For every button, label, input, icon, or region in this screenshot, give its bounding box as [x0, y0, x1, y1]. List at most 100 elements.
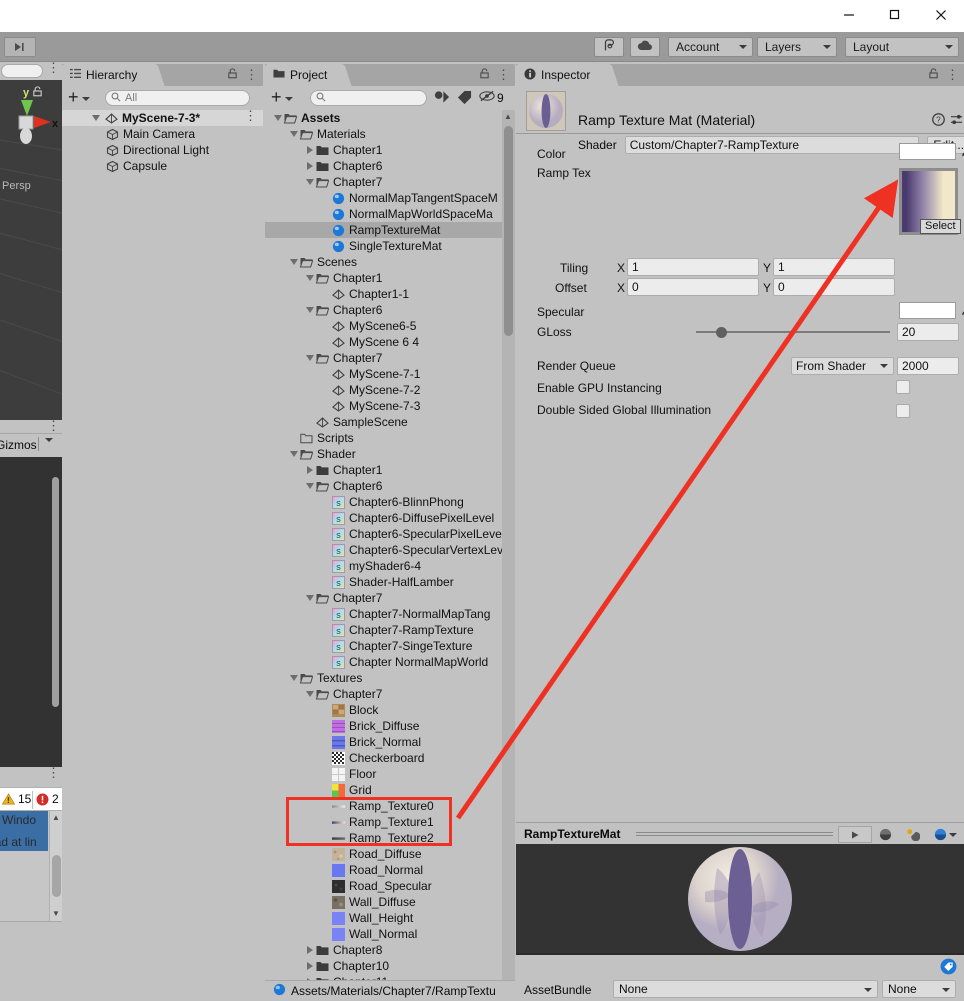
filter-by-type-button[interactable]	[433, 89, 450, 108]
project-item-chapter7-singetexture[interactable]: s Chapter7-SingeTexture	[265, 638, 502, 654]
project-item-myscene-7-2[interactable]: MyScene-7-2	[265, 382, 502, 398]
project-item-myscene6-5[interactable]: MyScene6-5	[265, 318, 502, 334]
project-tree[interactable]: Assets Materials Chapter1 Chapter6 Chapter7 N…	[265, 110, 515, 1001]
project-item-chapter6-specularpixelleve[interactable]: s Chapter6-SpecularPixelLeve	[265, 526, 502, 542]
layers-dropdown[interactable]: Layers	[757, 37, 837, 57]
scroll-up-arrow-icon[interactable]: ▲	[504, 112, 512, 121]
twisty-expanded-icon[interactable]	[289, 131, 298, 137]
help-icon[interactable]: ?	[932, 113, 945, 129]
twisty-collapsed-icon[interactable]	[306, 146, 313, 154]
twisty-expanded-icon[interactable]	[289, 259, 298, 265]
ramp-tex-select-button[interactable]: Select	[920, 219, 961, 234]
preset-icon[interactable]	[950, 113, 963, 129]
project-item-myscene-7-3[interactable]: MyScene-7-3	[265, 398, 502, 414]
project-item-wall-height[interactable]: Wall_Height	[265, 910, 502, 926]
shader-dropdown[interactable]: Custom/Chapter7-RampTexture	[624, 136, 919, 154]
project-item-chapter6[interactable]: Chapter6	[265, 302, 502, 318]
project-item-chapter10[interactable]: Chapter10	[265, 958, 502, 974]
add-gameobject-button[interactable]: +	[68, 88, 90, 106]
project-item-myscene-7-1[interactable]: MyScene-7-1	[265, 366, 502, 382]
project-item-shader-halflamber[interactable]: s Shader-HalfLamber	[265, 574, 502, 590]
twisty-expanded-icon[interactable]	[273, 115, 282, 121]
kebab-icon[interactable]: ⋮	[244, 109, 257, 122]
project-item-grid[interactable]: Grid	[265, 782, 502, 798]
tab-project[interactable]: Project	[265, 64, 341, 86]
project-item-checkerboard[interactable]: Checkerboard	[265, 750, 502, 766]
lock-icon[interactable]	[227, 67, 238, 82]
twisty-collapsed-icon[interactable]	[306, 946, 313, 954]
project-item-myshader6-4[interactable]: s myShader6-4	[265, 558, 502, 574]
console-log-line[interactable]: e Windo	[0, 813, 36, 827]
hidden-packages-toggle[interactable]: 9	[479, 90, 504, 105]
twisty-expanded-icon[interactable]	[305, 483, 314, 489]
twisty-collapsed-icon[interactable]	[306, 466, 313, 474]
tab-inspector[interactable]: Inspector	[516, 64, 608, 86]
project-item-chapter6[interactable]: Chapter6	[265, 158, 502, 174]
specular-swatch[interactable]	[899, 302, 956, 319]
preview-animate-button[interactable]	[900, 826, 926, 843]
project-item-materials[interactable]: Materials	[265, 126, 502, 142]
twisty-collapsed-icon[interactable]	[306, 162, 313, 170]
scrollbar-thumb[interactable]	[504, 126, 513, 336]
twisty-expanded-icon[interactable]	[92, 115, 100, 121]
twisty-collapsed-icon[interactable]	[306, 962, 313, 970]
project-item-normalmapworldspacema[interactable]: NormalMapWorldSpaceMa	[265, 206, 502, 222]
project-item-chapter7-normalmaptang[interactable]: s Chapter7-NormalMapTang	[265, 606, 502, 622]
project-item-brick-diffuse[interactable]: Brick_Diffuse	[265, 718, 502, 734]
render-queue-input[interactable]: 2000	[897, 357, 959, 375]
gizmos-label[interactable]: Gizmos	[0, 438, 37, 452]
offset-y-input[interactable]: 0	[773, 278, 895, 296]
play-button[interactable]	[4, 37, 36, 57]
hierarchy-item-myscene-7-3-[interactable]: MyScene-7-3* ⋮	[62, 109, 263, 126]
render-queue-dropdown[interactable]: From Shader	[791, 357, 894, 375]
project-item-chapter7[interactable]: Chapter7	[265, 590, 502, 606]
assetbundle-variant-dropdown[interactable]: None	[882, 980, 956, 998]
color-eyedropper-icon[interactable]	[960, 144, 964, 158]
lock-icon[interactable]	[479, 67, 490, 82]
scrollbar-vertical[interactable]: ▲ ▼	[49, 811, 62, 921]
kebab-icon[interactable]: ⋮	[47, 61, 60, 74]
project-item-chapter6-specularvertexlev[interactable]: s Chapter6-SpecularVertexLev	[265, 542, 503, 558]
tag-icon[interactable]	[940, 958, 957, 978]
assetbundle-name-dropdown[interactable]: None	[613, 980, 878, 998]
scrollbar-vertical[interactable]	[52, 477, 59, 707]
material-preview[interactable]	[516, 844, 964, 953]
lock-icon[interactable]	[928, 67, 939, 82]
project-item-chapter6-blinnphong[interactable]: s Chapter6-BlinnPhong	[265, 494, 502, 510]
gloss-input[interactable]: 20	[897, 323, 959, 341]
tiling-x-input[interactable]: 1	[627, 258, 759, 276]
project-item-singletexturemat[interactable]: SingleTextureMat	[265, 238, 502, 254]
color-swatch[interactable]	[899, 143, 956, 160]
scroll-down-arrow-icon[interactable]: ▼	[52, 909, 60, 918]
project-item-myscene-6-4[interactable]: MyScene 6 4	[265, 334, 502, 350]
preview-lighting-button[interactable]	[872, 826, 898, 843]
project-item-chapter1[interactable]: Chapter1	[265, 462, 502, 478]
project-search-input[interactable]	[310, 90, 427, 106]
hierarchy-item-main-camera[interactable]: Main Camera	[62, 126, 263, 142]
kebab-icon[interactable]: ⋮	[946, 68, 959, 81]
project-item-normalmaptangentspacem[interactable]: NormalMapTangentSpaceM	[265, 190, 502, 206]
project-item-chapter7[interactable]: Chapter7	[265, 686, 502, 702]
project-item-textures[interactable]: Textures	[265, 670, 502, 686]
specular-eyedropper-icon[interactable]	[960, 303, 964, 317]
project-item-block[interactable]: Block	[265, 702, 502, 718]
console-log-list[interactable]: e Windo ead at lin ▲ ▼	[0, 811, 62, 921]
twisty-expanded-icon[interactable]	[305, 307, 314, 313]
project-item-chapter7-ramptexture[interactable]: s Chapter7-RampTexture	[265, 622, 502, 638]
hierarchy-item-capsule[interactable]: Capsule	[62, 158, 263, 174]
project-item-samplescene[interactable]: SampleScene	[265, 414, 502, 430]
twisty-expanded-icon[interactable]	[305, 595, 314, 601]
project-item-chapter-normalmapworld[interactable]: s Chapter NormalMapWorld	[265, 654, 502, 670]
twisty-expanded-icon[interactable]	[289, 451, 298, 457]
project-item-chapter7[interactable]: Chapter7	[265, 174, 502, 190]
collab-button[interactable]	[594, 37, 624, 57]
offset-x-input[interactable]: 0	[627, 278, 759, 296]
hierarchy-tree[interactable]: MyScene-7-3* ⋮ Main Camera Directional Ligh…	[62, 109, 263, 1001]
close-button[interactable]	[918, 0, 964, 30]
project-item-assets[interactable]: Assets	[265, 110, 502, 126]
project-item-brick-normal[interactable]: Brick_Normal	[265, 734, 502, 750]
scrollbar-vertical[interactable]: ▲ ▼	[502, 110, 515, 1001]
double-sided-gi-checkbox[interactable]	[896, 404, 910, 418]
project-item-floor[interactable]: Floor	[265, 766, 502, 782]
twisty-expanded-icon[interactable]	[305, 179, 314, 185]
